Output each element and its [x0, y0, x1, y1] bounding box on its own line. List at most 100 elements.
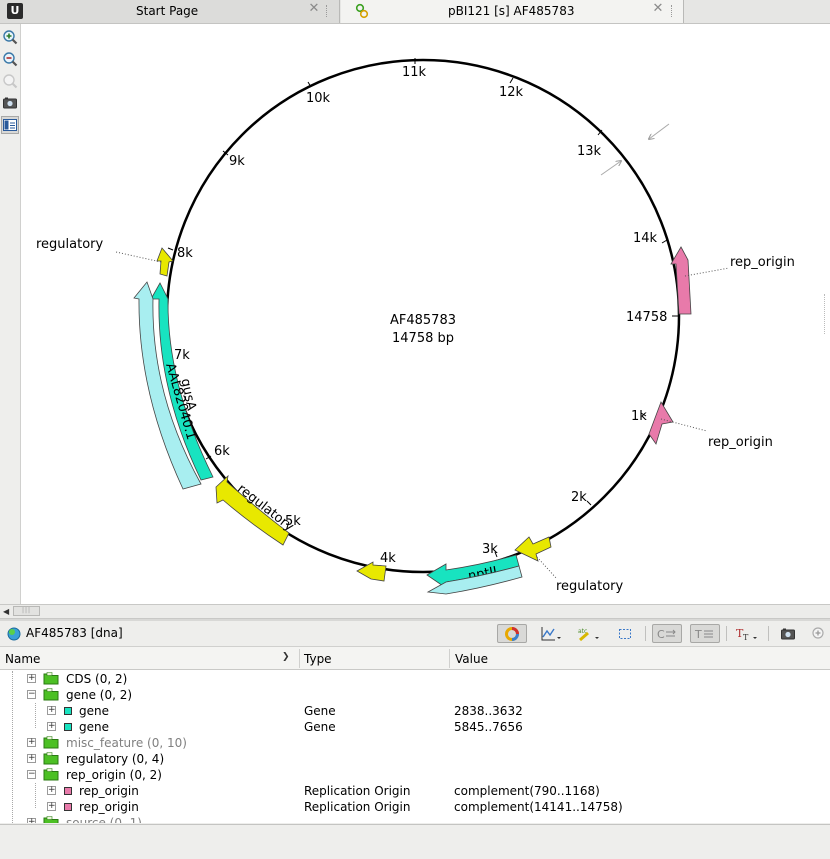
complement-strand-icon: C [657, 628, 676, 641]
tab-start-page[interactable]: U Start Page ✕ [0, 0, 340, 23]
graphs-button[interactable] [536, 624, 566, 643]
circular-map: 1k 2k 3k 4k 5k 6k 7k 8k 9k 10k 11k 12k 1… [36, 58, 795, 595]
circular-view-button[interactable] [497, 624, 527, 643]
rep-origin-color-icon [64, 787, 72, 795]
column-separator[interactable] [449, 649, 450, 668]
tree-row-rep-origin-group[interactable]: − rep_origin (0, 2) [0, 767, 830, 783]
scale-label: 4k [380, 551, 396, 566]
tree-row-gene[interactable]: + gene Gene 2838..3632 [0, 703, 830, 719]
scale-label: 14k [633, 231, 658, 246]
tree-row-label: source (0, 1) [66, 816, 142, 823]
tree-row-rep-origin[interactable]: + rep_origin Replication Origin compleme… [0, 783, 830, 799]
leader-line [684, 267, 730, 277]
sequence-length-label: 14758 bp [392, 331, 454, 346]
tree-row-gene[interactable]: + gene Gene 5845..7656 [0, 719, 830, 735]
column-separator[interactable] [299, 649, 300, 668]
scale-label: 14758 [626, 310, 667, 325]
zoom-in-button[interactable] [1, 28, 19, 46]
camera-icon [3, 97, 17, 109]
tab-grip[interactable] [326, 5, 331, 17]
tree-row-label: CDS (0, 2) [66, 672, 128, 686]
feature-label: regulatory [556, 579, 624, 594]
feature-rep-origin[interactable] [648, 401, 674, 445]
expand-icon[interactable]: + [27, 738, 36, 747]
sort-chevron-icon[interactable]: ❯ [282, 652, 290, 662]
tab-sequence-view[interactable]: pBI121 [s] AF485783 ✕ [341, 0, 684, 23]
highlight-button[interactable]: atc [573, 624, 603, 643]
expand-icon[interactable]: + [27, 674, 36, 683]
font-settings-button[interactable]: T T [732, 624, 762, 643]
object-toolbar: AF485783 [dna] atc C T T T [0, 621, 830, 647]
expand-icon[interactable]: + [27, 754, 36, 763]
tree-row-source[interactable]: + source (0, 1) [0, 815, 830, 823]
expand-icon[interactable]: + [47, 786, 56, 795]
sequence-view-icon [355, 3, 369, 19]
zoom-in-icon [812, 626, 824, 639]
app-logo-icon: U [7, 3, 23, 19]
rep-origin-color-icon [64, 803, 72, 811]
toolbar-separator [726, 626, 727, 641]
gene-color-icon [64, 723, 72, 731]
tree-row-cds[interactable]: + CDS (0, 2) [0, 671, 830, 687]
collapse-icon[interactable]: − [27, 770, 36, 779]
tab-grip[interactable] [671, 5, 676, 17]
panel-icon [3, 119, 17, 131]
scrollbar-thumb[interactable]: ||| [13, 606, 40, 616]
feature-regulatory[interactable] [514, 536, 552, 562]
feature-rep-origin[interactable] [670, 246, 692, 315]
show-complement-button[interactable]: C [652, 624, 682, 643]
tree-row-label: gene [79, 704, 109, 718]
select-region-button[interactable] [610, 624, 640, 643]
translation-icon: T [694, 628, 713, 641]
scale-label: 6k [214, 444, 230, 459]
column-header-value[interactable]: Value [455, 652, 488, 666]
zoom-in-button[interactable] [810, 624, 830, 643]
tree-row-value: 5845..7656 [454, 720, 523, 734]
expand-icon[interactable]: + [27, 818, 36, 823]
export-image-button[interactable] [1, 94, 19, 112]
tree-row-label: rep_origin [79, 800, 139, 814]
toggle-view-button[interactable] [1, 116, 19, 134]
expand-icon[interactable]: + [47, 802, 56, 811]
tree-row-label: gene (0, 2) [66, 688, 133, 702]
tree-row-type: Gene [304, 704, 336, 718]
tree-row-rep-origin[interactable]: + rep_origin Replication Origin compleme… [0, 799, 830, 815]
horizontal-scrollbar[interactable]: ◀ ||| [0, 604, 830, 619]
circular-map-view[interactable]: 1k 2k 3k 4k 5k 6k 7k 8k 9k 10k 11k 12k 1… [21, 24, 830, 604]
tree-row-gene-group[interactable]: − gene (0, 2) [0, 687, 830, 703]
splitter-grip[interactable] [824, 294, 828, 334]
tree-row-label: gene [79, 720, 109, 734]
scale-label: 3k [482, 542, 498, 557]
svg-text:T: T [694, 628, 702, 641]
zoom-fit-button[interactable] [1, 72, 19, 90]
folder-icon [43, 768, 59, 781]
close-icon[interactable]: ✕ [650, 2, 666, 20]
tree-row-regulatory[interactable]: + regulatory (0, 4) [0, 751, 830, 767]
highlighter-icon: atc [578, 628, 599, 641]
feature-label: regulatory [36, 237, 104, 252]
gene-color-icon [64, 707, 72, 715]
export-image-button[interactable] [773, 624, 803, 643]
tab-label: pBI121 [s] AF485783 [448, 4, 575, 18]
expand-icon[interactable]: + [47, 722, 56, 731]
tree-row-value: complement(790..1168) [454, 784, 600, 798]
tree-row-misc-feature[interactable]: + misc_feature (0, 10) [0, 735, 830, 751]
close-icon[interactable]: ✕ [306, 2, 322, 20]
tree-row-label: rep_origin [79, 784, 139, 798]
tree-row-label: regulatory (0, 4) [66, 752, 165, 766]
graph-icon [541, 626, 561, 640]
tree-row-label: misc_feature (0, 10) [66, 736, 187, 750]
tree-row-type: Gene [304, 720, 336, 734]
scroll-left-arrow-icon[interactable]: ◀ [3, 606, 11, 617]
collapse-icon[interactable]: − [27, 690, 36, 699]
column-header-name[interactable]: Name [5, 652, 40, 666]
svg-text:T: T [743, 633, 749, 642]
object-title: AF485783 [dna] [26, 626, 123, 640]
zoom-out-button[interactable] [1, 50, 19, 68]
feature-tree[interactable]: Name ❯ Type Value + CDS (0, 2) − gene (0… [0, 647, 830, 823]
show-translation-button[interactable]: T [690, 624, 720, 643]
expand-icon[interactable]: + [47, 706, 56, 715]
folder-icon [43, 688, 59, 701]
column-header-type[interactable]: Type [304, 652, 332, 666]
feature-label: rep_origin [708, 435, 773, 450]
